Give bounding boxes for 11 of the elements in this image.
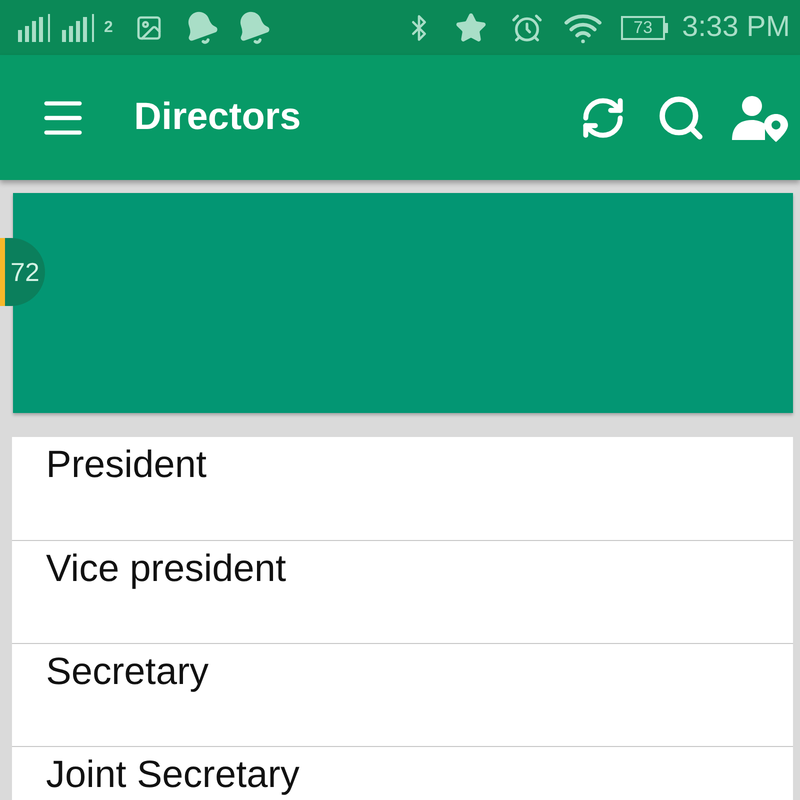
battery-indicator: 73	[621, 16, 668, 40]
signal-icon	[62, 14, 96, 42]
signal-icon	[18, 14, 52, 42]
sim-number: 2	[104, 18, 113, 38]
scroll-thumb[interactable]	[0, 238, 5, 306]
clock-time: 3:33 PM	[682, 13, 790, 42]
image-icon	[134, 14, 163, 42]
alarm-icon	[511, 12, 543, 44]
user-location-icon[interactable]	[732, 94, 788, 142]
star-icon	[455, 12, 487, 44]
page-title: Directors	[134, 95, 301, 140]
